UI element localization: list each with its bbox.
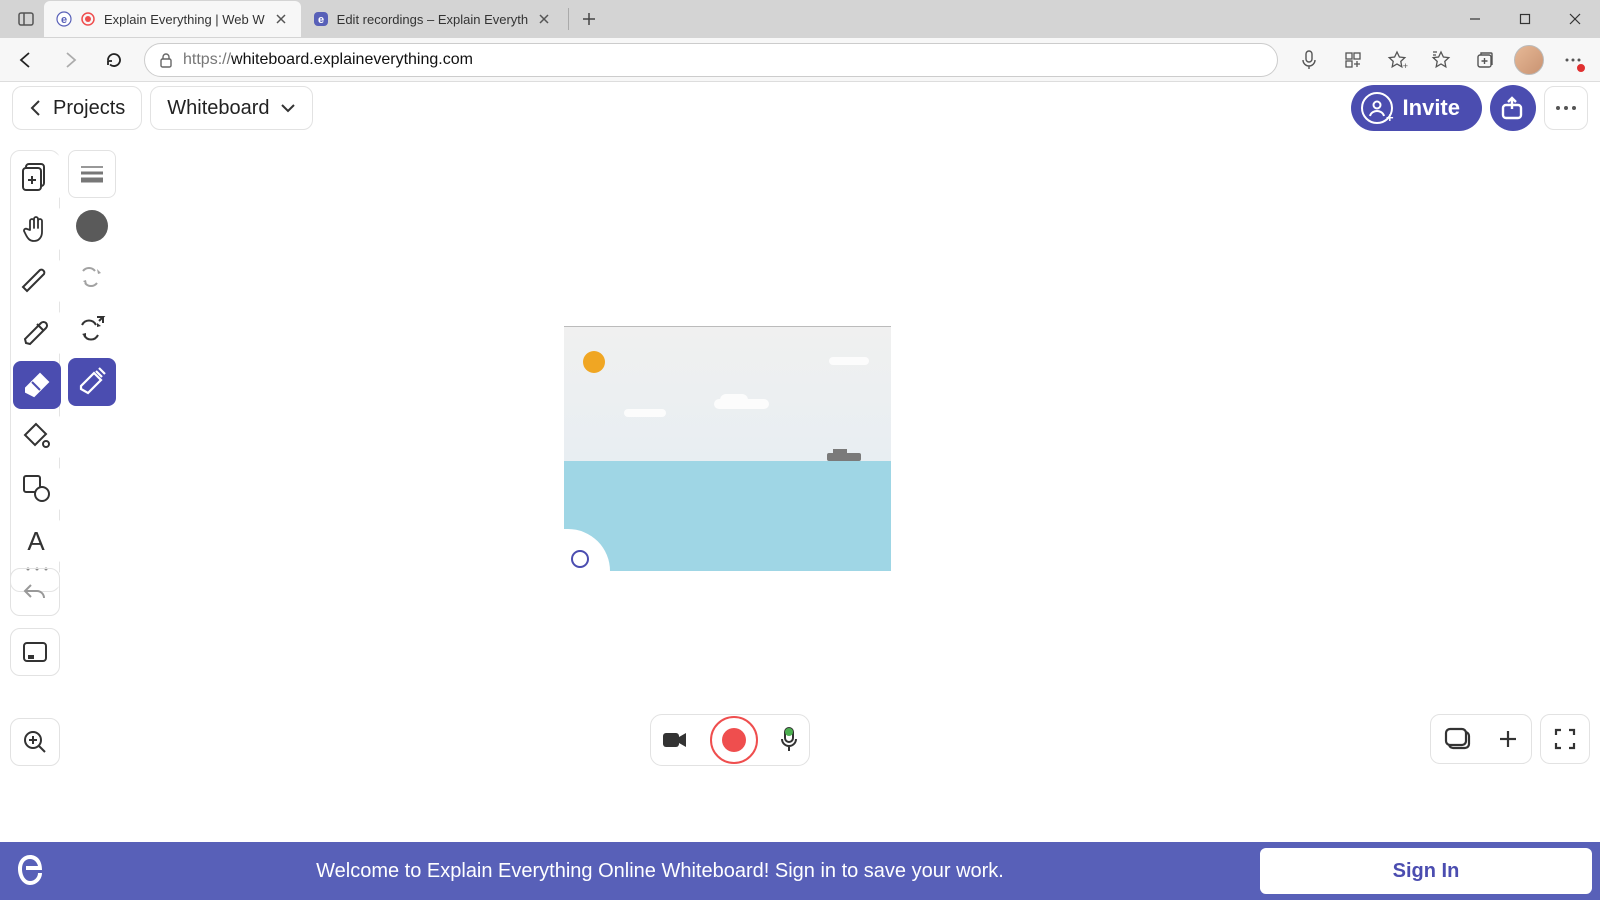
voice-search-icon[interactable] bbox=[1288, 41, 1330, 79]
refresh-button[interactable] bbox=[94, 41, 134, 79]
browser-menu-icon[interactable] bbox=[1552, 41, 1594, 79]
tab-title: Edit recordings – Explain Everyth bbox=[337, 12, 528, 27]
ee-logo-icon bbox=[0, 853, 60, 889]
record-button[interactable] bbox=[710, 716, 758, 764]
projects-label: Projects bbox=[53, 97, 125, 120]
extensions-icon[interactable] bbox=[1332, 41, 1374, 79]
inserted-image[interactable] bbox=[564, 326, 891, 571]
project-title-dropdown[interactable]: Whiteboard bbox=[150, 86, 312, 130]
address-bar: https://whiteboard.explaineverything.com… bbox=[0, 38, 1600, 82]
iceberg-graphic bbox=[564, 529, 610, 571]
back-button[interactable] bbox=[6, 41, 46, 79]
minimize-button[interactable] bbox=[1450, 2, 1500, 36]
share-icon bbox=[1500, 95, 1526, 121]
record-toolbar bbox=[650, 714, 810, 766]
app-header: Projects Whiteboard + Invite bbox=[0, 82, 1600, 134]
recording-indicator-icon bbox=[80, 11, 96, 27]
tab-divider bbox=[568, 8, 569, 30]
ship-graphic bbox=[827, 453, 861, 461]
tab-bar: e Explain Everything | Web W e Edit reco… bbox=[0, 0, 1600, 38]
tab-title: Explain Everything | Web W bbox=[104, 12, 265, 27]
invite-user-icon: + bbox=[1361, 92, 1393, 124]
camera-toggle[interactable] bbox=[662, 731, 688, 749]
favicon-ee: e bbox=[313, 11, 329, 27]
browser-chrome: e Explain Everything | Web W e Edit reco… bbox=[0, 0, 1600, 82]
record-dot-icon bbox=[722, 728, 746, 752]
url-text: https://whiteboard.explaineverything.com bbox=[183, 51, 473, 69]
svg-text:e: e bbox=[61, 14, 67, 26]
favorite-page-icon[interactable]: + bbox=[1376, 41, 1418, 79]
cloud-graphic bbox=[624, 409, 666, 417]
lock-icon bbox=[159, 52, 173, 68]
notification-badge bbox=[1576, 63, 1586, 73]
new-tab-button[interactable] bbox=[573, 3, 605, 35]
fullscreen-button[interactable] bbox=[1540, 714, 1590, 764]
favicon-ee: e bbox=[56, 11, 72, 27]
maximize-button[interactable] bbox=[1500, 2, 1550, 36]
profile-avatar[interactable] bbox=[1508, 41, 1550, 79]
signin-banner: Welcome to Explain Everything Online Whi… bbox=[0, 842, 1600, 900]
more-options-button[interactable] bbox=[1544, 86, 1588, 130]
eraser-cursor bbox=[571, 550, 589, 568]
sun-graphic bbox=[583, 351, 605, 373]
projects-button[interactable]: Projects bbox=[12, 86, 142, 130]
canvas-area[interactable] bbox=[0, 134, 1600, 900]
favorites-icon[interactable] bbox=[1420, 41, 1462, 79]
add-slide-button[interactable] bbox=[1498, 729, 1518, 749]
slide-sorter-and-add bbox=[1430, 714, 1532, 764]
invite-button[interactable]: + Invite bbox=[1351, 85, 1482, 131]
tab-2[interactable]: e Edit recordings – Explain Everyth bbox=[301, 1, 564, 37]
slide-controls bbox=[1430, 714, 1590, 764]
cloud-graphic bbox=[714, 399, 769, 409]
slide-sorter-button[interactable] bbox=[1445, 728, 1471, 750]
cloud-graphic bbox=[829, 357, 869, 365]
close-window-button[interactable] bbox=[1550, 2, 1600, 36]
url-field[interactable]: https://whiteboard.explaineverything.com bbox=[144, 43, 1278, 77]
chevron-left-icon bbox=[29, 98, 43, 118]
window-controls bbox=[1450, 2, 1600, 36]
project-title: Whiteboard bbox=[167, 97, 269, 120]
close-tab-icon[interactable] bbox=[536, 11, 552, 27]
signin-button[interactable]: Sign In bbox=[1260, 848, 1592, 894]
close-tab-icon[interactable] bbox=[273, 11, 289, 27]
tab-actions-icon[interactable] bbox=[8, 4, 44, 34]
chevron-down-icon bbox=[280, 102, 296, 114]
collections-icon[interactable] bbox=[1464, 41, 1506, 79]
forward-button[interactable] bbox=[50, 41, 90, 79]
mic-toggle[interactable] bbox=[780, 727, 798, 753]
tab-1[interactable]: e Explain Everything | Web W bbox=[44, 1, 301, 37]
ellipsis-icon bbox=[1554, 105, 1578, 111]
svg-text:e: e bbox=[318, 14, 324, 26]
banner-message: Welcome to Explain Everything Online Whi… bbox=[60, 860, 1260, 883]
invite-label: Invite bbox=[1403, 95, 1460, 121]
share-button[interactable] bbox=[1490, 85, 1536, 131]
